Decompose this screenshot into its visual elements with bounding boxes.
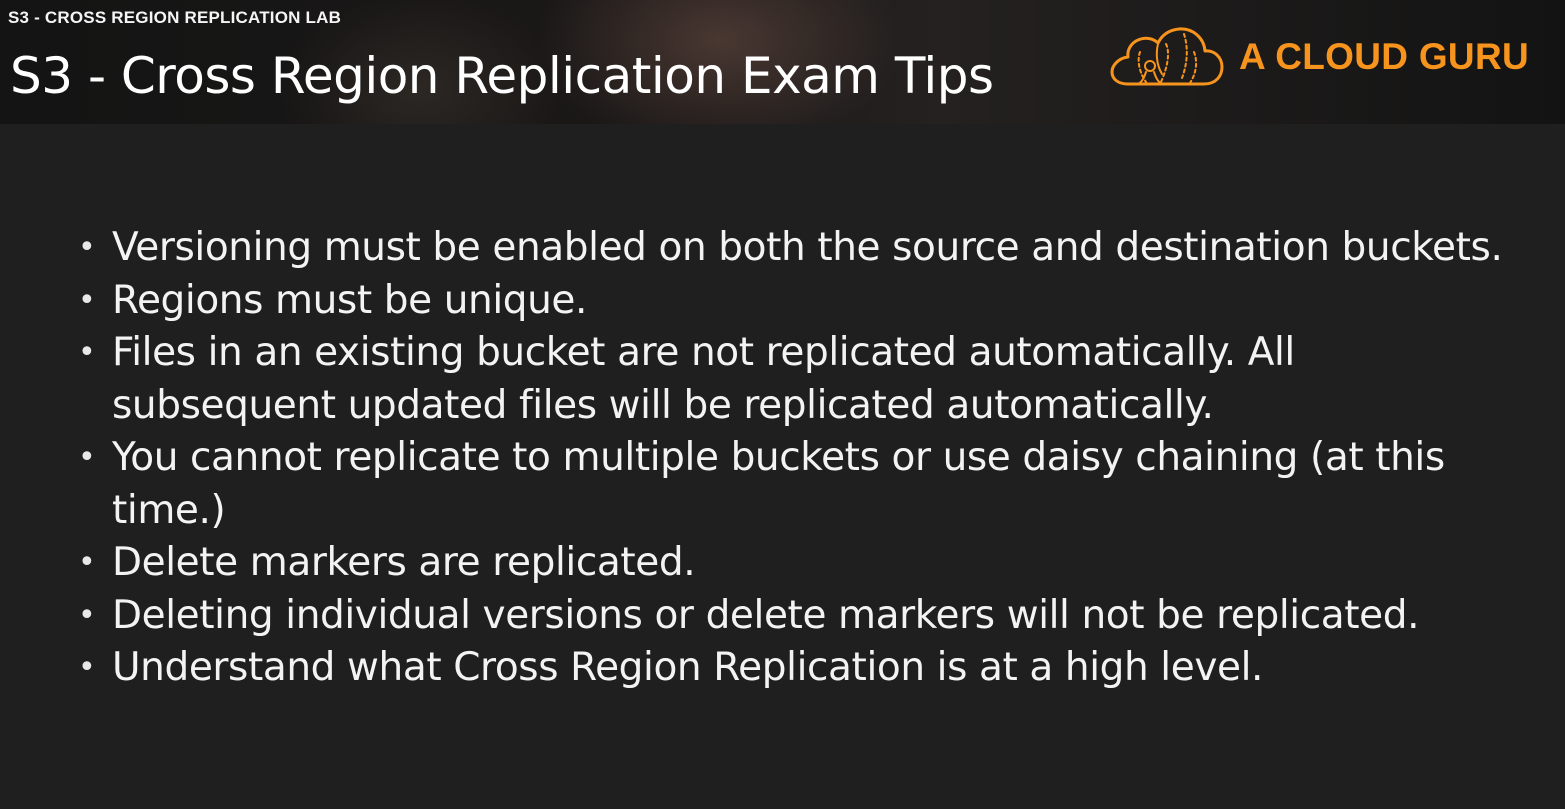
bullet-icon: •: [78, 335, 96, 370]
tip-text: Delete markers are replicated.: [112, 540, 696, 585]
tip-text: Understand what Cross Region Replication…: [112, 645, 1264, 690]
tip-item: • Files in an existing bucket are not re…: [74, 327, 1514, 432]
tip-text: You cannot replicate to multiple buckets…: [112, 435, 1445, 533]
tip-item: • Deleting individual versions or delete…: [74, 590, 1514, 643]
slide-header: S3 - CROSS REGION REPLICATION LAB S3 - C…: [0, 0, 1565, 124]
tip-text: Deleting individual versions or delete m…: [112, 592, 1420, 638]
tip-item: • Regions must be unique.: [74, 275, 1514, 328]
brand-name: A CLOUD GURU: [1239, 36, 1529, 77]
tip-item: • Understand what Cross Region Replicati…: [74, 642, 1514, 695]
cloud-guru-logo-icon: [1110, 27, 1224, 86]
tip-item: • Delete markers are replicated.: [74, 537, 1514, 590]
tip-text: Versioning must be enabled on both the s…: [112, 225, 1503, 270]
tip-text: Files in an existing bucket are not repl…: [112, 330, 1295, 428]
slide-title: S3 - Cross Region Replication Exam Tips: [10, 47, 994, 105]
slide: S3 - CROSS REGION REPLICATION LAB S3 - C…: [0, 0, 1565, 809]
bullet-icon: •: [78, 650, 96, 685]
brand-logo: A CLOUD GURU: [1106, 22, 1546, 96]
tip-item: • You cannot replicate to multiple bucke…: [74, 432, 1514, 537]
lab-label: S3 - CROSS REGION REPLICATION LAB: [8, 8, 342, 27]
tip-item: • Versioning must be enabled on both the…: [74, 222, 1514, 275]
exam-tips-list: • Versioning must be enabled on both the…: [74, 222, 1514, 695]
bullet-icon: •: [78, 440, 96, 475]
tip-text: Regions must be unique.: [112, 277, 588, 323]
bullet-icon: •: [78, 282, 96, 318]
bullet-icon: •: [78, 597, 96, 633]
bullet-icon: •: [78, 230, 96, 265]
bullet-icon: •: [78, 545, 96, 580]
